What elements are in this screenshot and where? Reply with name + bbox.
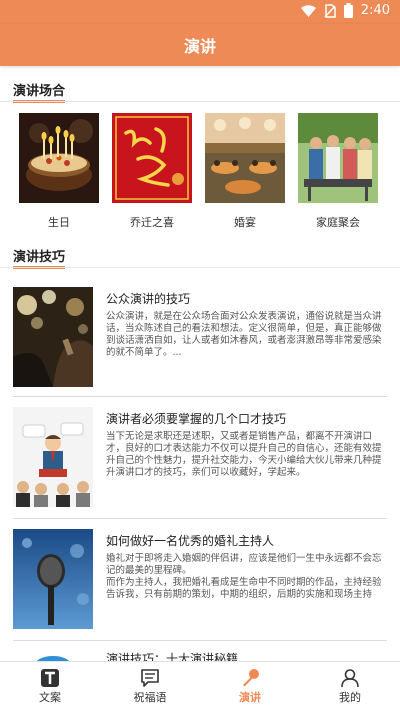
article-title: 如何做好一名优秀的婚礼主持人 <box>106 534 275 548</box>
section-divider <box>0 267 400 268</box>
article-divider <box>13 640 387 641</box>
occasion-label: 乔迁之喜 <box>130 216 174 229</box>
article-desc: 公众演讲，就是在公众场合面对公众发表演说，通俗说就是当众讲话，当众陈述自己的看法… <box>106 311 382 358</box>
article-title: 演讲者必须要掌握的几个口才技巧 <box>106 412 287 426</box>
status-icons: 2:40 <box>300 3 390 18</box>
article-item[interactable]: 公众演讲的技巧 公众演讲，就是在公众场合面对公众发表演说，通俗说就是当众讲话，当… <box>13 287 387 391</box>
tab-yanjiang[interactable]: 演讲 <box>200 662 300 711</box>
occasion-housewarming[interactable]: 乔迁之喜 <box>112 113 192 230</box>
section-divider <box>0 101 400 102</box>
battery-icon <box>343 3 353 18</box>
tab-label: 我的 <box>339 691 361 704</box>
tab-zhufuyu[interactable]: 祝福语 <box>100 662 200 711</box>
article-thumbnail <box>13 407 93 507</box>
family-gathering-image <box>298 113 378 203</box>
occasion-label: 家庭聚会 <box>316 216 360 229</box>
bottom-tab-bar: 文案 祝福语 演讲 我的 <box>0 661 400 711</box>
article-desc: 当下无论是求职还是述职，又或者是销售产品，都离不开演讲口才，良好的口才表达能力不… <box>106 431 382 478</box>
microphone-icon <box>243 669 259 687</box>
person-icon <box>341 669 359 688</box>
article-divider <box>13 396 387 397</box>
section-title-occasions: 演讲场合 <box>13 80 66 103</box>
app-bar: 演讲 <box>0 24 400 66</box>
article-item[interactable]: 如何做好一名优秀的婚礼主持人 婚礼对于即将走入婚姻的伴侣讲，应该是他们一生中永远… <box>13 529 387 633</box>
tab-label: 演讲 <box>239 691 261 704</box>
article-title: 演讲技巧：十大演讲秘籍 <box>106 652 239 661</box>
occasion-family[interactable]: 家庭聚会 <box>298 113 378 230</box>
article-desc: 婚礼对于即将走入婚姻的伴侣讲，应该是他们一生中永远都不会忘记的最美的里程碑。 而… <box>106 553 382 600</box>
article-divider <box>13 518 387 519</box>
tab-wode[interactable]: 我的 <box>300 662 400 711</box>
article-thumbnail <box>13 650 93 661</box>
occasions-grid: 生日 乔迁之喜 婚宴 家庭聚会 <box>0 113 400 233</box>
tab-label: 祝福语 <box>133 691 167 704</box>
status-bar: 2:40 <box>0 0 400 24</box>
text-t-icon <box>41 669 59 687</box>
wedding-banquet-image <box>205 113 285 203</box>
occasion-birthday[interactable]: 生日 <box>19 113 99 230</box>
article-title: 公众演讲的技巧 <box>106 292 191 306</box>
housewarming-image <box>112 113 192 203</box>
wifi-icon <box>300 4 316 17</box>
occasion-label: 婚宴 <box>234 216 256 229</box>
section-title-skills: 演讲技巧 <box>13 246 66 269</box>
tab-label: 文案 <box>39 691 61 704</box>
article-item[interactable]: 演讲技巧：十大演讲秘籍 <box>13 650 387 661</box>
article-item[interactable]: 演讲者必须要掌握的几个口才技巧 当下无论是求职还是述职，又或者是销售产品，都离不… <box>13 407 387 511</box>
no-sim-icon <box>324 3 336 18</box>
article-thumbnail <box>13 529 93 629</box>
chat-bubble-icon <box>141 669 159 687</box>
page-title: 演讲 <box>183 37 216 56</box>
article-thumbnail <box>13 287 93 387</box>
occasion-wedding[interactable]: 婚宴 <box>205 113 285 230</box>
status-time: 2:40 <box>360 3 390 18</box>
occasion-label: 生日 <box>48 216 70 229</box>
tab-wenan[interactable]: 文案 <box>0 662 100 711</box>
birthday-cake-image <box>19 113 99 203</box>
